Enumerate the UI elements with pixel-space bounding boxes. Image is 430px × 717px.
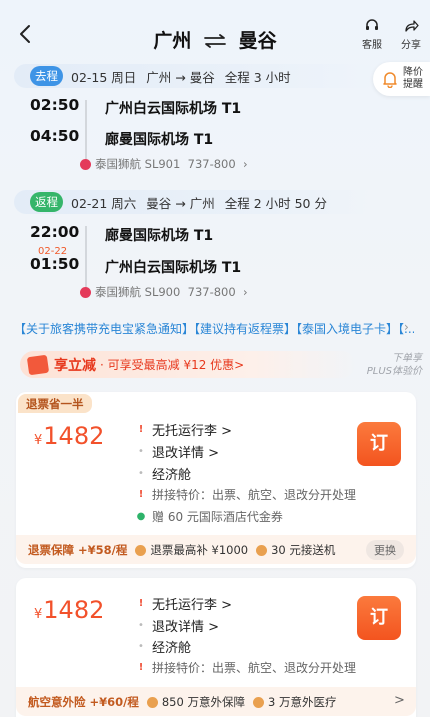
origin-city: 广州 <box>153 30 192 52</box>
outbound-summary: 去程 02-15 周日 广州 → 曼谷 全程 3 小时 <box>14 64 376 88</box>
dot-icon: • <box>138 446 144 457</box>
return-tag: 返程 <box>30 192 63 212</box>
return-summary: 返程 02-21 周六 曼谷 → 广州 全程 2 小时 50 分 <box>14 190 376 214</box>
dot-icon: • <box>138 620 144 631</box>
outbound-date: 02-15 周日 <box>71 69 137 85</box>
ticket-option: ¥1482 ! 无托运行李 > • 退改详情 > • 经济舱 ! 拼接特价：出票、航空、… <box>16 578 416 717</box>
ticket-option: ¥1482 ! 无托运行李 > • 退改详情 > • 经济舱 ! 拼接特价：出票、航空、… <box>16 392 416 568</box>
ticket-price: ¥1482 <box>34 422 105 450</box>
warning-icon: ! <box>138 489 144 500</box>
outbound-timeline <box>85 100 87 162</box>
refund-change-details[interactable]: • 退改详情 > <box>136 616 219 635</box>
warning-icon: ! <box>138 424 144 435</box>
header: 广州 曼谷 客服 分享 <box>0 0 430 62</box>
hotel-voucher-gift: ● 赠 60 元国际酒店代金券 <box>136 510 283 524</box>
swap-arrows-icon <box>204 31 226 53</box>
destination-city: 曼谷 <box>238 30 277 52</box>
chevron-right-icon: › <box>243 285 248 299</box>
refund-saving-badge: 退票省一半 <box>18 394 92 413</box>
airline-logo-icon <box>80 286 91 298</box>
notice-bar[interactable]: 【关于旅客携带充电宝紧急通知】【建议持有返程票】【泰国入境电子卡】【... <box>14 320 414 337</box>
plus-price-note: 下单享 PLUS体验价 <box>366 353 422 377</box>
return-airline[interactable]: 泰国狮航 SL900 737-800 › <box>80 284 248 300</box>
share-button[interactable]: 分享 <box>393 18 429 51</box>
check-icon <box>252 697 264 708</box>
outbound-duration: 全程 3 小时 <box>224 69 291 85</box>
chevron-right-icon: › <box>243 157 248 171</box>
outbound-arr-airport: 廊曼国际机场 T1 <box>105 132 214 148</box>
cabin-class: • 经济舱 <box>136 464 191 483</box>
airline-logo-icon <box>80 158 91 170</box>
share-icon <box>405 20 419 32</box>
return-date: 02-21 周六 <box>71 195 137 211</box>
check-icon <box>256 545 268 556</box>
outbound-dep-time: 02:50 <box>30 96 80 114</box>
outbound-route: 广州 → 曼谷 <box>146 69 215 85</box>
coupon-icon <box>26 354 50 375</box>
return-arr-airport: 广州白云国际机场 T1 <box>105 260 242 276</box>
dot-icon: • <box>138 468 144 479</box>
flight-info-card: 去程 02-15 周日 广州 → 曼谷 全程 3 小时 02:50 广州白云国际… <box>14 62 376 308</box>
chevron-right-icon[interactable]: > <box>394 693 405 708</box>
baggage-info[interactable]: ! 无托运行李 > <box>136 594 232 613</box>
price-alert-button[interactable]: 降价 提醒 <box>373 62 430 96</box>
gift-icon: ● <box>136 511 146 522</box>
return-dep-airport: 廊曼国际机场 T1 <box>105 228 214 244</box>
instant-discount-banner[interactable]: 享立减 · 可享受最高减 ¥12 优惠> <box>20 351 355 378</box>
warning-icon: ! <box>138 662 144 673</box>
cabin-class: • 经济舱 <box>136 637 191 656</box>
warning-icon: ! <box>138 598 144 609</box>
customer-service-button[interactable]: 客服 <box>354 18 390 51</box>
baggage-info[interactable]: ! 无托运行李 > <box>136 420 232 439</box>
book-button[interactable]: 订 <box>357 596 401 640</box>
accident-insurance-bar[interactable]: 航空意外险 +¥60/程 850 万意外保障 3 万意外医疗 > <box>16 687 416 716</box>
dot-icon: • <box>138 641 144 652</box>
ticket-price: ¥1482 <box>34 596 105 624</box>
return-dep-time: 22:00 <box>30 223 80 241</box>
return-route: 曼谷 → 广州 <box>146 195 215 211</box>
outbound-airline[interactable]: 泰国狮航 SL901 737-800 › <box>80 156 248 172</box>
combined-fare-note: ! 拼接特价：出票、航空、退改分开处理 <box>136 486 356 503</box>
book-button[interactable]: 订 <box>357 422 401 466</box>
chevron-right-icon[interactable]: › <box>404 320 409 334</box>
return-timeline <box>85 226 87 288</box>
bell-icon <box>383 72 397 88</box>
return-duration: 全程 2 小时 50 分 <box>224 195 327 211</box>
refund-change-details[interactable]: • 退改详情 > <box>136 442 219 461</box>
check-icon <box>146 697 158 708</box>
outbound-tag: 去程 <box>30 66 63 86</box>
return-arr-time: 01:50 <box>30 255 80 273</box>
refund-protection-bar[interactable]: 退票保障 +¥58/程 退票最高补 ¥1000 30 元接送机 更换 <box>16 535 416 564</box>
combined-fare-note: ! 拼接特价：出票、航空、退改分开处理 <box>136 659 356 676</box>
outbound-dep-airport: 广州白云国际机场 T1 <box>105 101 242 117</box>
check-icon <box>135 545 147 556</box>
headset-icon <box>366 19 378 30</box>
change-addon-button[interactable]: 更换 <box>366 540 404 560</box>
outbound-arr-time: 04:50 <box>30 127 80 145</box>
